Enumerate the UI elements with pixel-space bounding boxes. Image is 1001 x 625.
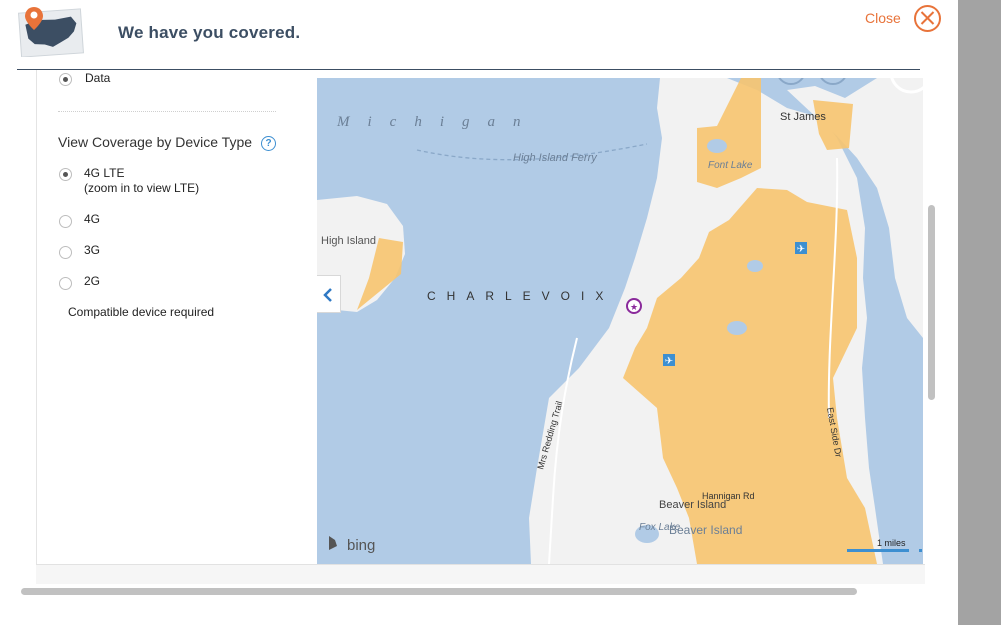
bing-logo-text: bing	[347, 537, 375, 554]
radio-4g-lte-sublabel: (zoom in to view LTE)	[84, 181, 200, 195]
panel-footer-strip	[36, 564, 937, 584]
map-label-ferry: High Island Ferry	[513, 152, 598, 164]
svg-text:✈: ✈	[797, 244, 805, 255]
compatibility-note: Compatible device required	[68, 305, 215, 319]
radio-data[interactable]	[59, 73, 72, 86]
svg-text:✈: ✈	[665, 356, 673, 367]
radio-3g-label: 3G	[84, 243, 101, 257]
map-label-fox-lake: Fox Lake	[639, 522, 681, 533]
map-label-st-james: St James	[780, 111, 826, 123]
help-icon[interactable]: ?	[261, 136, 276, 151]
map-label-hannigan-rd: Hannigan Rd	[702, 491, 755, 501]
close-button[interactable]: Close	[862, 4, 944, 32]
radio-data-label: Data	[85, 71, 111, 85]
radio-4g-label: 4G	[84, 212, 101, 226]
coverage-map[interactable]: Michigan High Island Ferry CHARLEVOIX Hi…	[317, 78, 923, 564]
map-label-region: CHARLEVOIX	[427, 289, 614, 303]
background-page-strip	[0, 612, 958, 625]
map-scale-label: 1 miles	[877, 538, 906, 548]
map-lake-inland	[727, 321, 747, 335]
map-scale-bar	[847, 549, 909, 552]
svg-text:★: ★	[630, 302, 638, 312]
close-label: Close	[865, 10, 901, 26]
horizontal-scrollbar-thumb[interactable]	[21, 588, 857, 595]
page-overlay-gutter	[958, 0, 1001, 625]
radio-2g[interactable]	[59, 277, 72, 290]
coverage-content: Data View Coverage by Device Type ? 4G L…	[17, 70, 937, 584]
vertical-scrollbar-thumb[interactable]	[928, 205, 935, 400]
coverage-modal: We have you covered. Close Data View Cov…	[0, 0, 958, 612]
map-label-lake: Michigan	[336, 114, 539, 130]
close-circle-icon	[914, 5, 941, 32]
usa-map-pin-logo	[14, 3, 86, 58]
radio-2g-label: 2G	[84, 274, 101, 288]
map-label-high-island: High Island	[321, 235, 376, 247]
device-type-heading: View Coverage by Device Type	[58, 134, 253, 150]
modal-title: We have you covered.	[118, 23, 301, 42]
collapse-panel-button[interactable]	[317, 275, 341, 313]
map-lake-font-lake	[707, 139, 727, 153]
radio-4g-lte-label: 4G LTE	[84, 166, 125, 180]
map-label-font-lake: Font Lake	[708, 160, 753, 171]
radio-4g-lte[interactable]	[59, 168, 72, 181]
modal-header: We have you covered. Close	[0, 0, 958, 70]
radio-3g[interactable]	[59, 246, 72, 259]
chevron-left-icon	[323, 288, 332, 302]
filter-panel: Data View Coverage by Device Type ? 4G L…	[36, 70, 317, 564]
section-divider	[58, 111, 276, 112]
map-lake-inland-2	[747, 260, 763, 272]
radio-4g[interactable]	[59, 215, 72, 228]
